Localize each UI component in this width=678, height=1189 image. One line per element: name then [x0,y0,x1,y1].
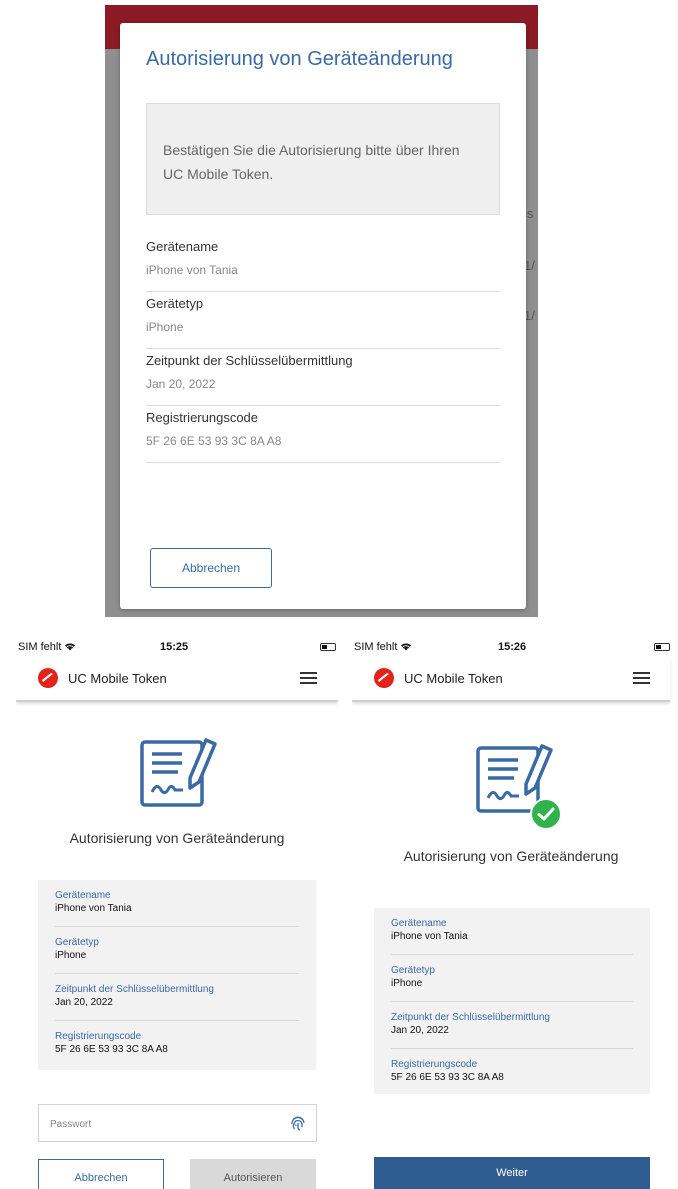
carrier-label: SIM fehlt [18,641,76,653]
field-value: 5F 26 6E 53 93 3C 8A A8 [391,1072,504,1083]
battery-icon [320,643,336,651]
field-value: Jan 20, 2022 [391,1025,449,1036]
field-key-transfer-time: Zeitpunkt der Schlüsselübermittlung Jan … [55,974,299,1021]
field-device-type: Gerätetyp iPhone [146,292,500,349]
device-details-card: Gerätename iPhone von Tania Gerätetyp iP… [38,880,316,1070]
field-registration-code: Registrierungscode 5F 26 6E 53 93 3C 8A … [146,406,500,463]
authorization-dialog: Autorisierung von Geräteänderung Bestäti… [120,23,526,609]
dialog-title: Autorisierung von Geräteänderung [146,48,453,70]
field-value: 5F 26 6E 53 93 3C 8A A8 [146,434,282,448]
field-value: Jan 20, 2022 [146,377,216,391]
wifi-icon [65,643,76,651]
field-device-name: Gerätename iPhone von Tania [55,880,299,927]
field-label: Zeitpunkt der Schlüsselübermittlung [391,1012,550,1023]
field-label: Gerätetyp [146,296,204,311]
field-label: Gerätetyp [391,965,435,976]
battery-icon [654,643,670,651]
screen-title: Autorisierung von Geräteänderung [69,830,285,846]
password-input[interactable] [39,1105,282,1143]
hamburger-menu-icon[interactable] [633,672,650,685]
field-registration-code: Registrierungscode 5F 26 6E 53 93 3C 8A … [55,1021,299,1068]
carrier-label: SIM fehlt [354,641,412,653]
field-label: Registrierungscode [146,410,259,425]
status-bar: SIM fehlt 15:25 [16,641,338,655]
field-value: iPhone [391,978,423,989]
field-value: iPhone von Tania [55,903,132,914]
signed-document-icon [140,738,217,807]
phone-screen-success: SIM fehlt 15:26 UC Mobile Token Autorisi… [352,636,678,1189]
field-device-type: Gerätetyp iPhone [391,955,633,1002]
fingerprint-icon[interactable] [289,1114,307,1132]
background-text-fragment: 1/ [524,258,535,273]
field-label: Zeitpunkt der Schlüsselübermittlung [55,984,214,995]
screen-title: Autorisierung von Geräteänderung [403,848,619,864]
info-box: Bestätigen Sie die Autorisierung bitte ü… [146,103,500,215]
field-label: Registrierungscode [391,1059,478,1070]
field-label: Registrierungscode [55,1031,142,1042]
field-label: Gerätetyp [55,937,99,948]
status-time: 15:26 [498,641,527,653]
field-value: 5F 26 6E 53 93 3C 8A A8 [55,1044,168,1055]
field-device-name: Gerätename iPhone von Tania [391,908,633,955]
unicredit-logo-icon [38,668,58,688]
field-value: iPhone von Tania [391,931,468,942]
app-header: UC Mobile Token [16,658,338,702]
authorize-button[interactable]: Autorisieren [190,1159,316,1189]
field-value: iPhone von Tania [146,263,238,277]
password-field-container [38,1104,317,1143]
wifi-icon [401,643,412,651]
field-label: Gerätename [391,918,447,929]
status-time: 15:25 [160,641,189,653]
field-label: Gerätename [55,890,111,901]
unicredit-logo-icon [374,668,394,688]
field-label: Gerätename [146,239,219,254]
hamburger-menu-icon[interactable] [300,672,317,685]
device-details-card: Gerätename iPhone von Tania Gerätetyp iP… [374,908,650,1094]
background-text-fragment: 1/ [524,308,535,323]
field-value: iPhone [55,950,87,961]
device-details: Gerätename iPhone von Tania Gerätetyp iP… [146,235,500,463]
field-label: Zeitpunkt der Schlüsselübermittlung [146,353,353,368]
field-value: Jan 20, 2022 [55,997,113,1008]
field-device-name: Gerätename iPhone von Tania [146,235,500,292]
phone-screen-authorize: SIM fehlt 15:25 UC Mobile Token Autorisi… [16,636,338,1189]
field-key-transfer-time: Zeitpunkt der Schlüsselübermittlung Jan … [391,1002,633,1049]
status-bar: SIM fehlt 15:26 [352,641,678,655]
field-value: iPhone [146,320,184,334]
app-name: UC Mobile Token [68,671,167,686]
cancel-button[interactable]: Abbrechen [38,1159,164,1189]
checkmark-circle-icon [530,798,562,830]
cancel-button[interactable]: Abbrechen [150,548,272,588]
field-registration-code: Registrierungscode 5F 26 6E 53 93 3C 8A … [391,1049,633,1096]
app-header: UC Mobile Token [352,658,670,702]
field-key-transfer-time: Zeitpunkt der Schlüsselübermittlung Jan … [146,349,500,406]
background-text-fragment: is [524,206,534,221]
continue-button[interactable]: Weiter [374,1157,650,1189]
app-name: UC Mobile Token [404,671,503,686]
field-device-type: Gerätetyp iPhone [55,927,299,974]
